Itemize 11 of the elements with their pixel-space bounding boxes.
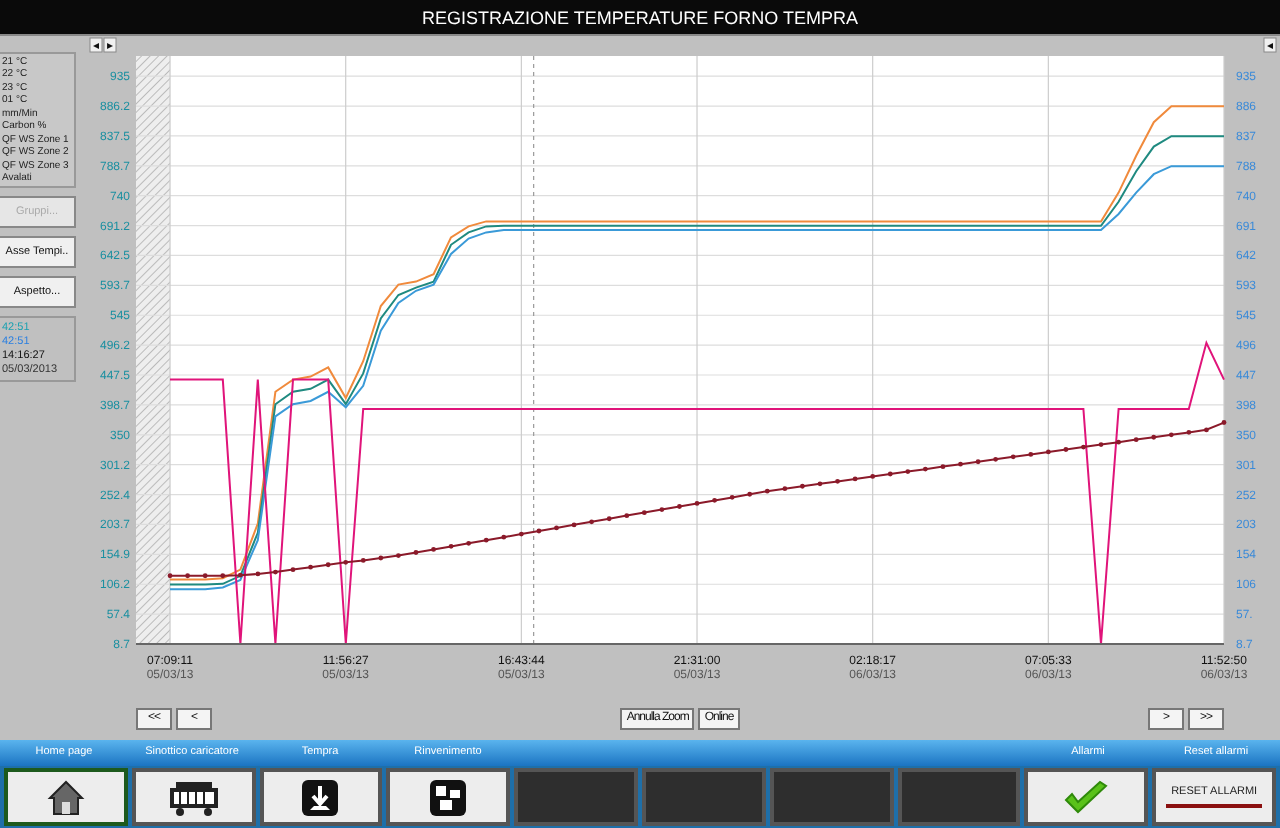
download-icon [300,777,341,817]
function-key[interactable] [1024,768,1149,826]
house-icon [45,777,86,817]
function-key[interactable] [131,768,256,826]
checkmark-icon [1062,779,1111,815]
function-key[interactable] [386,768,511,826]
function-key[interactable] [4,768,128,826]
window-title: REGISTRAZIONE TEMPERATURE FORNO TEMPRA [0,0,1280,36]
layout-icon [428,777,469,817]
function-key[interactable] [259,768,383,826]
furnace-icon [167,777,220,817]
